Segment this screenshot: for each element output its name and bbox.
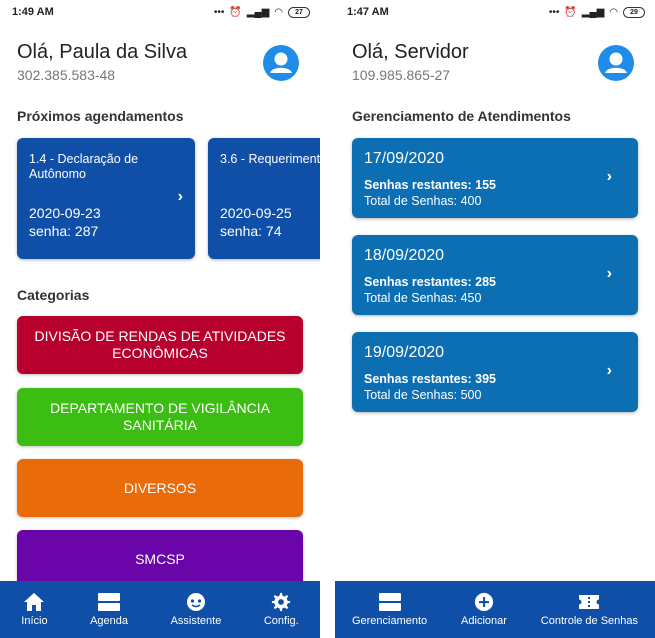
total-tickets: Total de Senhas: 450 (364, 291, 482, 305)
avatar-icon[interactable] (263, 45, 299, 81)
day-date: 18/09/2020 (364, 247, 445, 264)
status-icons: ••• ⏰ ▂▄▆ ◠ 27 (213, 6, 310, 18)
categories-title: Categorias (17, 287, 90, 303)
nav-label: Agenda (90, 615, 129, 627)
battery-icon: 27 (288, 6, 310, 18)
chevron-right-icon: › (606, 265, 612, 282)
ticket-icon (579, 595, 600, 609)
appointment-service: 1.4 - Declaração de Autônomo (29, 152, 139, 181)
day-date: 17/09/2020 (364, 150, 445, 167)
home-icon (24, 593, 45, 611)
nav-agenda[interactable]: Agenda (90, 592, 128, 627)
signal-icon: ▂▄▆ (581, 6, 605, 18)
status-time: 1:49 AM (12, 6, 54, 18)
nav-label: Assistente (170, 615, 222, 627)
avatar-icon[interactable] (598, 45, 634, 81)
attendance-day-card[interactable]: 18/09/2020 Senhas restantes: 285 Total d… (352, 235, 638, 315)
category-button-diversos[interactable]: DIVERSOS (17, 459, 303, 517)
nav-assistente[interactable]: Assistente (170, 592, 222, 627)
signal-icon: ▂▄▆ (246, 6, 270, 18)
appointment-card[interactable]: 1.4 - Declaração de Autônomo 2020-09-23 … (17, 138, 195, 259)
alarm-off-icon: ⏰ (564, 6, 577, 18)
server-screen: 1:47 AM ••• ⏰ ▂▄▆ ◠ 29 Olá, Servidor 109… (335, 0, 655, 638)
greeting-cpf: 302.385.583-48 (17, 67, 116, 83)
citizen-screen: 1:49 AM ••• ⏰ ▂▄▆ ◠ 27 Olá, Paula da Sil… (0, 0, 320, 638)
status-dots-icon: ••• (213, 6, 225, 18)
nav-label: Config. (263, 615, 299, 627)
wifi-icon: ◠ (609, 6, 618, 18)
nav-config[interactable]: Config. (264, 592, 299, 627)
nav-inicio[interactable]: Início (21, 592, 48, 627)
nav-label: Gerenciamento (351, 615, 428, 627)
nav-label: Início (21, 615, 48, 627)
screen-divider (320, 0, 335, 638)
bottom-nav: Início Agenda Assistente Config. (0, 581, 320, 638)
add-icon (474, 592, 494, 612)
wifi-icon: ◠ (274, 6, 283, 18)
assistant-icon (186, 593, 205, 611)
management-title: Gerenciamento de Atendimentos (352, 108, 571, 124)
nav-gerenciamento[interactable]: Gerenciamento (352, 592, 427, 627)
agenda-icon (98, 593, 121, 611)
gear-icon (272, 592, 291, 612)
nav-controle-senhas[interactable]: Controle de Senhas (541, 592, 638, 627)
appointment-ticket: senha: 74 (220, 223, 282, 239)
battery-icon: 29 (623, 6, 645, 18)
status-bar: 1:49 AM ••• ⏰ ▂▄▆ ◠ 27 (0, 0, 320, 24)
status-time: 1:47 AM (347, 6, 389, 18)
chevron-right-icon: › (606, 168, 612, 185)
total-tickets: Total de Senhas: 400 (364, 194, 482, 208)
attendance-day-card[interactable]: 17/09/2020 Senhas restantes: 155 Total d… (352, 138, 638, 218)
category-button-vigilancia[interactable]: DEPARTAMENTO DE VIGILÂNCIA SANITÁRIA (17, 388, 303, 446)
chevron-right-icon: › (177, 188, 183, 205)
status-dots-icon: ••• (548, 6, 560, 18)
remaining-tickets: Senhas restantes: 155 (364, 178, 497, 192)
appointment-date: 2020-09-25 (220, 205, 292, 221)
nav-label: Adicionar (461, 615, 507, 627)
nav-adicionar[interactable]: Adicionar (461, 592, 507, 627)
greeting-name: Olá, Paula da Silva (17, 41, 188, 63)
greeting-cpf: 109.985.865-27 (352, 67, 451, 83)
management-icon (378, 593, 401, 611)
appointment-date: 2020-09-23 (29, 205, 101, 221)
appointment-card[interactable]: 3.6 - Requerimento para cote/poda de árv… (208, 138, 320, 259)
appointment-ticket: senha: 287 (29, 223, 99, 239)
alarm-off-icon: ⏰ (229, 6, 242, 18)
appointments-title: Próximos agendamentos (17, 108, 184, 124)
appointment-service: 3.6 - Requerimento para cote/poda de árv… (220, 152, 320, 166)
day-date: 19/09/2020 (364, 344, 445, 361)
total-tickets: Total de Senhas: 500 (364, 388, 482, 402)
remaining-tickets: Senhas restantes: 395 (364, 372, 497, 386)
category-button-smcsp[interactable]: SMCSP (17, 530, 303, 588)
status-bar: 1:47 AM ••• ⏰ ▂▄▆ ◠ 29 (335, 0, 655, 24)
attendance-day-card[interactable]: 19/09/2020 Senhas restantes: 395 Total d… (352, 332, 638, 412)
remaining-tickets: Senhas restantes: 285 (364, 275, 497, 289)
bottom-nav: Gerenciamento Adicionar Controle de Senh… (335, 581, 655, 638)
greeting-name: Olá, Servidor (352, 41, 469, 63)
category-button-rendas[interactable]: DIVISÃO DE RENDAS DE ATIVIDADES ECONÔMIC… (17, 316, 303, 374)
nav-label: Controle de Senhas (540, 615, 639, 627)
status-icons: ••• ⏰ ▂▄▆ ◠ 29 (548, 6, 645, 18)
chevron-right-icon: › (606, 362, 612, 379)
